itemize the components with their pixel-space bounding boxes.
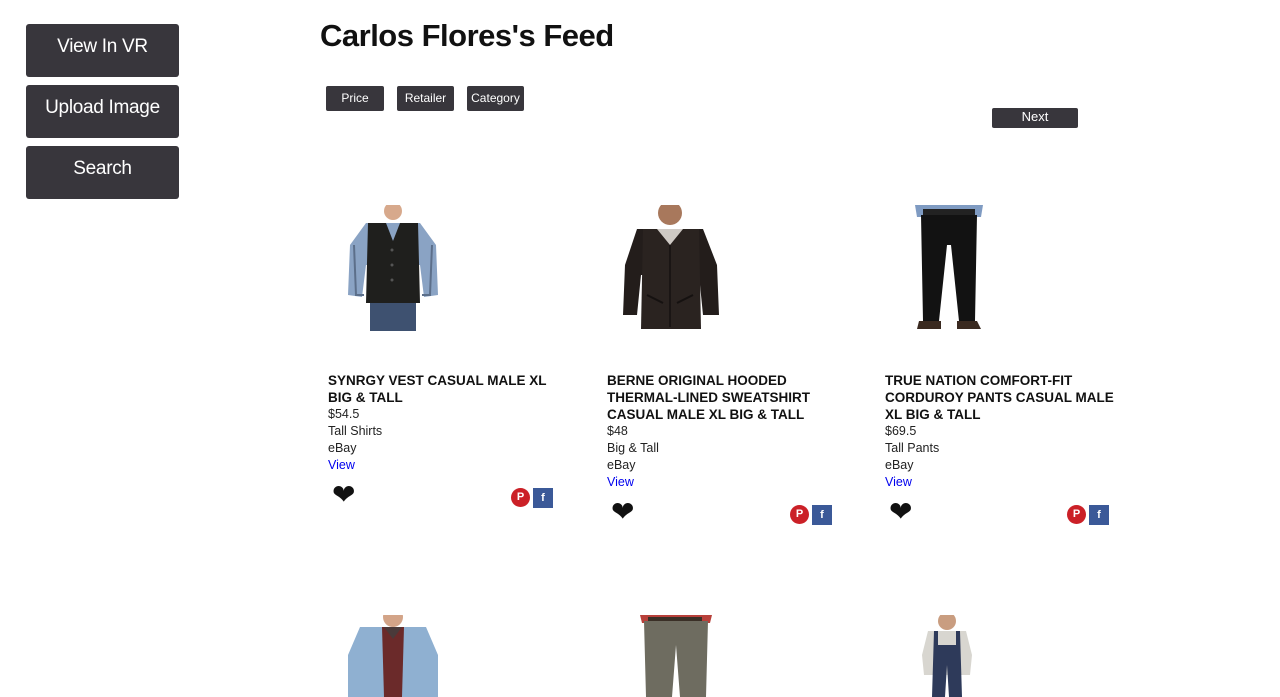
product-category: Tall Shirts — [328, 424, 383, 438]
pinterest-icon[interactable]: P — [511, 488, 530, 507]
product-image-hoodie[interactable] — [623, 205, 721, 331]
product-price: $69.5 — [885, 424, 917, 438]
product-image-vest[interactable] — [346, 205, 440, 331]
product-card: TRUE NATION COMFORT-FIT CORDUROY PANTS C… — [883, 205, 1119, 535]
view-product-link[interactable]: View — [328, 457, 355, 474]
next-page-button[interactable]: Next — [992, 108, 1078, 128]
product-image-khaki-pants[interactable] — [638, 615, 714, 697]
product-card: SYNRGY VEST CASUAL MALE XL BIG & TALL $5… — [326, 205, 562, 515]
filter-bar: Price Retailer Category — [326, 86, 524, 111]
product-price: $54.5 — [328, 407, 360, 421]
view-product-link[interactable]: View — [607, 474, 634, 491]
page-title: Carlos Flores's Feed — [320, 18, 614, 53]
retailer-filter-button[interactable]: Retailer — [397, 86, 454, 111]
product-name: BERNE ORIGINAL HOODED THERMAL-LINED SWEA… — [607, 373, 810, 422]
facebook-icon[interactable]: f — [812, 505, 832, 525]
sidebar: View In VR Upload Image Search — [26, 24, 179, 207]
view-product-link[interactable]: View — [885, 474, 912, 491]
product-name: SYNRGY VEST CASUAL MALE XL BIG & TALL — [328, 373, 547, 405]
facebook-icon[interactable]: f — [533, 488, 553, 508]
product-name: TRUE NATION COMFORT-FIT CORDUROY PANTS C… — [885, 373, 1114, 422]
facebook-icon[interactable]: f — [1089, 505, 1109, 525]
pinterest-icon[interactable]: P — [1067, 505, 1086, 524]
view-in-vr-button[interactable]: View In VR — [26, 24, 179, 77]
category-filter-button[interactable]: Category — [467, 86, 524, 111]
product-category: Tall Pants — [885, 441, 940, 455]
search-button[interactable]: Search — [26, 146, 179, 199]
price-filter-button[interactable]: Price — [326, 86, 384, 111]
product-price: $48 — [607, 424, 628, 438]
upload-image-button[interactable]: Upload Image — [26, 85, 179, 138]
product-image-pants[interactable] — [913, 205, 985, 331]
heart-icon[interactable]: ❤ — [611, 498, 634, 526]
product-card: BERNE ORIGINAL HOODED THERMAL-LINED SWEA… — [605, 205, 841, 535]
product-retailer: eBay — [885, 458, 914, 472]
product-retailer: eBay — [328, 441, 357, 455]
product-category: Big & Tall — [607, 441, 659, 455]
product-image-overalls[interactable] — [922, 615, 972, 697]
heart-icon[interactable]: ❤ — [889, 498, 912, 526]
product-retailer: eBay — [607, 458, 636, 472]
heart-icon[interactable]: ❤ — [332, 481, 355, 509]
product-image-denim-jacket[interactable] — [348, 615, 438, 697]
pinterest-icon[interactable]: P — [790, 505, 809, 524]
